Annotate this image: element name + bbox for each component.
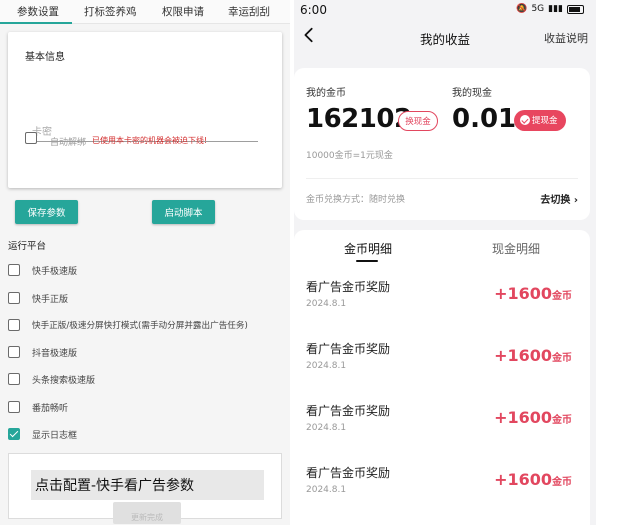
record-amount: +1600金币 — [494, 346, 572, 365]
card-title: 基本信息 — [25, 52, 65, 63]
platform-checkbox[interactable] — [8, 292, 20, 304]
record-amount: +1600金币 — [494, 408, 572, 427]
exchange-method: 金币兑换方式：随时兑换 — [306, 195, 406, 205]
platform-option[interactable]: 抖音极速版 — [8, 344, 288, 360]
amount-value: +1600 — [494, 408, 552, 427]
platform-label: 番茄畅听 — [32, 404, 69, 414]
amount-value: +1600 — [494, 346, 552, 365]
status-time: 6:00 — [300, 3, 327, 17]
tab-cash-detail[interactable]: 现金明细 — [492, 240, 540, 257]
detail-card: 金币明细 现金明细 看广告金币奖励 2024.8.1 +1600金币 看广告金币… — [294, 230, 590, 525]
platform-option[interactable]: 快手极速版 — [8, 262, 288, 278]
check-circle-icon — [520, 115, 530, 125]
auto-unbind-checkbox[interactable] — [25, 132, 37, 144]
withdraw-button[interactable]: 提现金 — [514, 110, 566, 131]
platform-option[interactable]: 头条搜索极速版 — [8, 371, 288, 387]
platform-option[interactable]: 快手正版 — [8, 290, 288, 306]
exchange-rate: 10000金币=1元现金 — [306, 151, 393, 161]
earnings-phone-screen: 6:00 🔕 5G ▮▮▮ 我的收益 收益说明 我的金币 我的现金 162102… — [294, 0, 596, 525]
record-title: 看广告金币奖励 — [306, 342, 391, 356]
detail-tab-indicator — [356, 260, 378, 262]
earnings-summary-card: 我的金币 我的现金 162102 换现金 0.01 提现金 10000金币=1元… — [294, 68, 590, 220]
cash-balance: 0.01 — [452, 104, 517, 134]
list-item: 看广告金币奖励 2024.8.1 +1600金币 — [294, 278, 590, 328]
mute-icon: 🔕 — [516, 4, 528, 14]
show-log-label: 显示日志框 — [32, 431, 78, 441]
platform-label: 快手正版/极速分屏快打模式(需手动分屏并露出广告任务) — [32, 321, 248, 331]
tab-bar: 参数设置 打标签养鸡 权限申请 幸运刮刮 — [0, 0, 290, 24]
amount-unit: 金币 — [552, 353, 572, 364]
amount-unit: 金币 — [552, 477, 572, 488]
amount-value: +1600 — [494, 470, 552, 489]
tab-tag-chicken[interactable]: 打标签养鸡 — [84, 4, 137, 19]
platform-checkbox[interactable] — [8, 373, 20, 385]
script-settings-panel: 参数设置 打标签养鸡 权限申请 幸运刮刮 基本信息 自动解绑 已使用本卡密的机器… — [0, 0, 290, 525]
tab-permissions[interactable]: 权限申请 — [162, 4, 204, 19]
list-item: 看广告金币奖励 2024.8.1 +1600金币 — [294, 340, 590, 390]
amount-unit: 金币 — [552, 415, 572, 426]
platform-option[interactable]: 番茄畅听 — [8, 399, 288, 415]
list-item: 看广告金币奖励 2024.8.1 +1600金币 — [294, 464, 590, 514]
platform-checkbox[interactable] — [8, 264, 20, 276]
platform-checkbox[interactable] — [8, 401, 20, 413]
status-icons: 🔕 5G ▮▮▮ — [516, 4, 584, 14]
record-date: 2024.8.1 — [306, 485, 347, 495]
save-params-button[interactable]: 保存参数 — [15, 200, 78, 224]
start-script-button[interactable]: 启动脚本 — [152, 200, 215, 224]
divider — [306, 178, 578, 179]
status-bar: 6:00 🔕 5G ▮▮▮ — [294, 0, 596, 22]
record-title: 看广告金币奖励 — [306, 466, 391, 480]
platform-label: 头条搜索极速版 — [32, 376, 96, 386]
platform-checkbox[interactable] — [8, 346, 20, 358]
record-date: 2024.8.1 — [306, 361, 347, 371]
auto-unbind-label: 自动解绑 — [50, 138, 87, 148]
platform-option[interactable]: 快手正版/极速分屏快打模式(需手动分屏并露出广告任务) — [8, 317, 288, 333]
record-amount: +1600金币 — [494, 470, 572, 489]
amount-value: +1600 — [494, 284, 552, 303]
switch-method-link[interactable]: 去切换 › — [540, 191, 578, 206]
platform-section-label: 运行平台 — [8, 241, 47, 252]
record-date: 2024.8.1 — [306, 423, 347, 433]
record-title: 看广告金币奖励 — [306, 404, 391, 418]
tab-active-indicator — [0, 22, 72, 24]
config-box: 点击配置-快手看广告参数 更新完成 — [8, 453, 282, 524]
nav-bar: 我的收益 收益说明 — [294, 24, 596, 52]
platform-label: 抖音极速版 — [32, 349, 78, 359]
basic-info-card: 基本信息 自动解绑 已使用本卡密的机器会被迫下线! — [8, 32, 282, 188]
platform-checkbox[interactable] — [8, 319, 20, 331]
show-log-checkbox[interactable] — [8, 428, 20, 440]
amount-unit: 金币 — [552, 291, 572, 302]
network-label: 5G — [531, 4, 545, 14]
tab-scratch[interactable]: 幸运刮刮 — [228, 4, 270, 19]
record-date: 2024.8.1 — [306, 299, 347, 309]
coin-balance: 162102 — [306, 104, 412, 134]
platform-label: 快手正版 — [32, 295, 69, 305]
signal-icon: ▮▮▮ — [548, 4, 563, 14]
show-log-option[interactable]: 显示日志框 — [8, 426, 288, 442]
tab-params[interactable]: 参数设置 — [17, 4, 59, 19]
coin-label: 我的金币 — [306, 88, 346, 99]
earnings-explanation-link[interactable]: 收益说明 — [544, 30, 588, 46]
record-amount: +1600金币 — [494, 284, 572, 303]
record-title: 看广告金币奖励 — [306, 280, 391, 294]
tab-coin-detail[interactable]: 金币明细 — [344, 240, 392, 257]
withdraw-label: 提现金 — [532, 116, 558, 126]
kuaishou-ad-config-button[interactable]: 点击配置-快手看广告参数 — [31, 470, 264, 500]
exchange-cash-button[interactable]: 换现金 — [398, 111, 438, 131]
battery-icon — [567, 4, 584, 14]
platform-label: 快手极速版 — [32, 267, 78, 277]
unbind-warning: 已使用本卡密的机器会被迫下线! — [92, 136, 208, 145]
cash-label: 我的现金 — [452, 88, 492, 99]
update-complete-button[interactable]: 更新完成 — [113, 502, 181, 524]
list-item: 看广告金币奖励 2024.8.1 +1600金币 — [294, 402, 590, 452]
